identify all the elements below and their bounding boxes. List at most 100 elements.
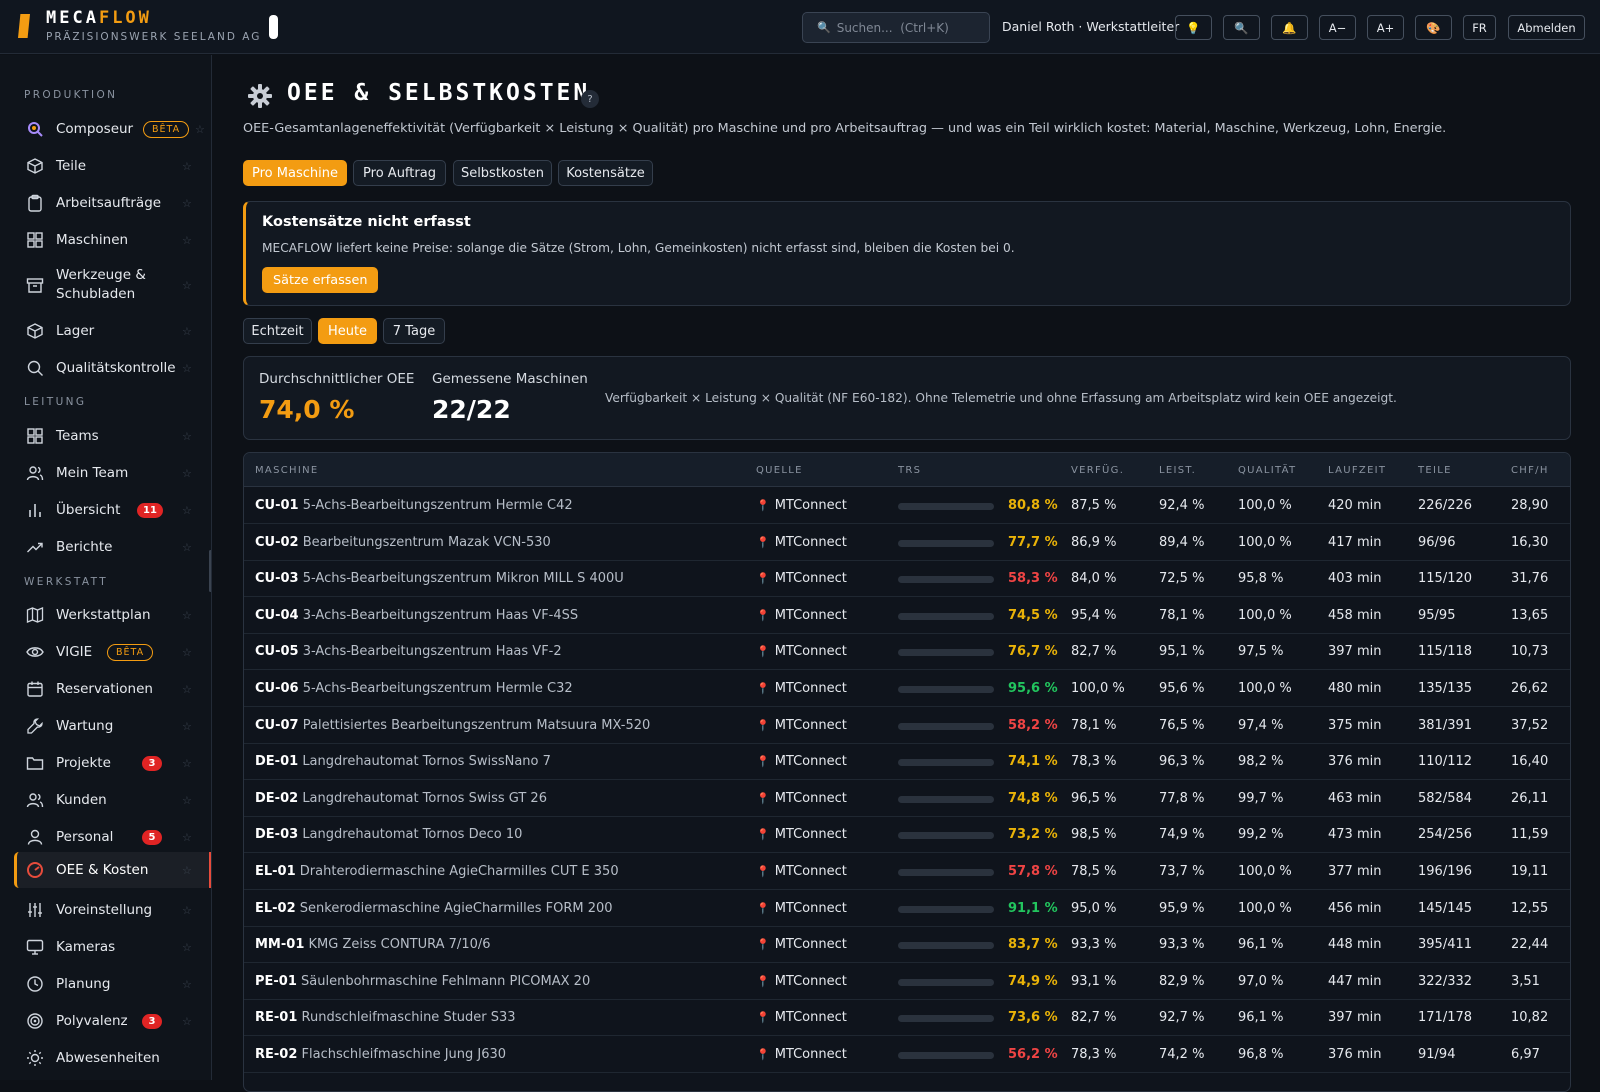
machine-cell[interactable]: EL-01 Drahterodiermaschine AgieCharmille…: [255, 864, 619, 879]
sidebar-item-personal[interactable]: Personal 5 ☆: [14, 823, 211, 851]
brand-name[interactable]: MECAFLOW: [46, 8, 152, 28]
machine-cell[interactable]: CU-05 3-Achs-Bearbeitungszentrum Haas VF…: [255, 644, 562, 659]
sidebar-item-wartung[interactable]: Wartung ☆: [14, 712, 211, 740]
table-row[interactable]: PE-01 Säulenbohrmaschine Fehlmann PICOMA…: [244, 964, 1570, 1000]
sidebar-item-vigie[interactable]: VIGIE BÊTA ☆: [14, 638, 211, 666]
star-icon[interactable]: ☆: [182, 683, 192, 696]
search-button[interactable]: 🔍: [1223, 15, 1260, 40]
star-icon[interactable]: ☆: [182, 160, 192, 173]
table-row[interactable]: CU-02 Bearbeitungszentrum Mazak VCN-530 📍…: [244, 525, 1570, 561]
sidebar-scrollbar[interactable]: [209, 550, 211, 592]
table-row[interactable]: DE-03 Langdrehautomat Tornos Deco 10 📍 MTC…: [244, 817, 1570, 854]
star-icon[interactable]: ☆: [182, 941, 192, 954]
machine-cell[interactable]: CU-06 5-Achs-Bearbeitungszentrum Hermle …: [255, 681, 573, 696]
col-teile[interactable]: TEILE: [1418, 465, 1452, 476]
sidebar-item-planung[interactable]: Planung ☆: [14, 970, 211, 998]
table-row[interactable]: CU-03 5-Achs-Bearbeitungszentrum Mikron …: [244, 561, 1570, 598]
star-icon[interactable]: ☆: [182, 541, 192, 554]
star-icon[interactable]: ☆: [182, 279, 192, 292]
star-icon[interactable]: ☆: [182, 978, 192, 991]
col-verfuegbarkeit[interactable]: VERFÜG.: [1071, 465, 1124, 476]
search-input[interactable]: [836, 20, 987, 35]
star-icon[interactable]: ☆: [182, 720, 192, 733]
table-row[interactable]: EL-02 Senkerodiermaschine AgieCharmilles…: [244, 891, 1570, 927]
table-row[interactable]: CU-06 5-Achs-Bearbeitungszentrum Hermle …: [244, 671, 1570, 707]
col-chf-h[interactable]: CHF/H: [1511, 465, 1549, 476]
star-icon[interactable]: ☆: [182, 362, 192, 375]
table-row[interactable]: MM-01 KMG Zeiss CONTURA 7/10/6 📍 MTConnect…: [244, 927, 1570, 964]
star-icon[interactable]: ☆: [182, 325, 192, 338]
period-echtzeit[interactable]: Echtzeit: [243, 318, 312, 344]
star-icon[interactable]: ☆: [182, 864, 192, 877]
sidebar-item-polyvalenz[interactable]: Polyvalenz 3 ☆: [14, 1007, 211, 1035]
font-larger-button[interactable]: A+: [1367, 15, 1404, 40]
sidebar-item-qualitaetskontrolle[interactable]: Qualitätskontrolle ☆: [14, 354, 211, 382]
machine-cell[interactable]: DE-02 Langdrehautomat Tornos Swiss GT 26: [255, 791, 547, 806]
machine-cell[interactable]: DE-03 Langdrehautomat Tornos Deco 10: [255, 827, 522, 842]
machine-cell[interactable]: CU-04 3-Achs-Bearbeitungszentrum Haas VF…: [255, 608, 578, 623]
star-icon[interactable]: ☆: [182, 904, 192, 917]
enter-rates-button[interactable]: Sätze erfassen: [262, 267, 379, 293]
machine-cell[interactable]: RE-01 Rundschleifmaschine Studer S33: [255, 1010, 516, 1025]
tab-pro-maschine[interactable]: Pro Maschine: [243, 160, 347, 186]
star-icon[interactable]: ☆: [182, 831, 192, 844]
sidebar-item-oee-kosten[interactable]: OEE & Kosten ☆: [14, 852, 211, 888]
machine-cell[interactable]: PE-01 Säulenbohrmaschine Fehlmann PICOMA…: [255, 974, 590, 989]
machine-cell[interactable]: RE-02 Flachschleifmaschine Jung J630: [255, 1047, 506, 1062]
machine-cell[interactable]: CU-03 5-Achs-Bearbeitungszentrum Mikron …: [255, 571, 624, 586]
star-icon[interactable]: ☆: [182, 757, 192, 770]
col-qualitaet[interactable]: QUALITÄT: [1238, 465, 1296, 476]
machine-cell[interactable]: EL-02 Senkerodiermaschine AgieCharmilles…: [255, 901, 613, 916]
star-icon[interactable]: ☆: [182, 794, 192, 807]
table-row[interactable]: RE-01 Rundschleifmaschine Studer S33 📍 MTC…: [244, 1000, 1570, 1037]
star-icon[interactable]: ☆: [182, 430, 192, 443]
star-icon[interactable]: ☆: [195, 123, 205, 136]
sidebar-item-maschinen[interactable]: Maschinen ☆: [14, 226, 211, 254]
language-button[interactable]: FR: [1463, 15, 1496, 40]
table-row[interactable]: DE-02 Langdrehautomat Tornos Swiss GT 26…: [244, 781, 1570, 817]
star-icon[interactable]: ☆: [182, 646, 192, 659]
sidebar-item-arbeitsauftraege[interactable]: Arbeitsaufträge ☆: [14, 189, 211, 217]
sidebar-item-kunden[interactable]: Kunden ☆: [14, 786, 211, 814]
tab-pro-auftrag[interactable]: Pro Auftrag: [353, 160, 446, 186]
tab-kostensaetze[interactable]: Kostensätze: [558, 160, 653, 186]
sidebar-item-reservationen[interactable]: Reservationen ☆: [14, 675, 211, 703]
star-icon[interactable]: ☆: [182, 1015, 192, 1028]
star-icon[interactable]: ☆: [182, 197, 192, 210]
logo-icon[interactable]: [18, 14, 30, 38]
user-info[interactable]: Daniel Roth · Werkstattleiter: [1002, 19, 1179, 34]
table-row[interactable]: CU-04 3-Achs-Bearbeitungszentrum Haas VF…: [244, 598, 1570, 634]
sidebar-item-abwesenheiten[interactable]: Abwesenheiten: [14, 1044, 211, 1072]
sidebar-item-werkstattplan[interactable]: Werkstattplan ☆: [14, 601, 211, 629]
font-smaller-button[interactable]: A−: [1319, 15, 1356, 40]
sidebar-item-uebersicht[interactable]: Übersicht 11 ☆: [14, 496, 211, 524]
star-icon[interactable]: ☆: [182, 234, 192, 247]
period-7-tage[interactable]: 7 Tage: [383, 318, 445, 344]
col-trs[interactable]: TRS: [898, 465, 921, 476]
table-row[interactable]: CU-05 3-Achs-Bearbeitungszentrum Haas VF…: [244, 634, 1570, 671]
machine-cell[interactable]: CU-02 Bearbeitungszentrum Mazak VCN-530: [255, 535, 551, 550]
sidebar-item-mein-team[interactable]: Mein Team ☆: [14, 459, 211, 487]
star-icon[interactable]: ☆: [182, 504, 192, 517]
idea-button[interactable]: 💡: [1175, 15, 1212, 40]
col-laufzeit[interactable]: LAUFZEIT: [1328, 465, 1386, 476]
machine-cell[interactable]: CU-01 5-Achs-Bearbeitungszentrum Hermle …: [255, 498, 573, 513]
sidebar-item-projekte[interactable]: Projekte 3 ☆: [14, 749, 211, 777]
search-box[interactable]: 🔍: [802, 12, 990, 43]
table-row[interactable]: EL-01 Drahterodiermaschine AgieCharmille…: [244, 854, 1570, 890]
sidebar-toggle[interactable]: [269, 15, 278, 39]
sidebar-item-composeur[interactable]: Composeur BÊTA ☆: [14, 115, 211, 143]
machine-cell[interactable]: CU-07 Palettisiertes Bearbeitungszentrum…: [255, 718, 650, 733]
machine-cell[interactable]: DE-01 Langdrehautomat Tornos SwissNano 7: [255, 754, 551, 769]
tab-selbstkosten[interactable]: Selbstkosten: [453, 160, 552, 186]
table-row[interactable]: CU-01 5-Achs-Bearbeitungszentrum Hermle …: [244, 488, 1570, 524]
table-row[interactable]: RE-02 Flachschleifmaschine Jung J630 📍 MTC…: [244, 1037, 1570, 1073]
star-icon[interactable]: ☆: [182, 467, 192, 480]
star-icon[interactable]: ☆: [182, 609, 192, 622]
logout-button[interactable]: Abmelden: [1508, 15, 1585, 40]
help-icon[interactable]: ?: [581, 90, 599, 108]
sidebar-item-voreinstellung[interactable]: Voreinstellung ☆: [14, 896, 211, 924]
sidebar-item-berichte[interactable]: Berichte ☆: [14, 533, 211, 561]
notifications-button[interactable]: 🔔: [1271, 15, 1308, 40]
table-row[interactable]: DE-01 Langdrehautomat Tornos SwissNano 7…: [244, 744, 1570, 781]
